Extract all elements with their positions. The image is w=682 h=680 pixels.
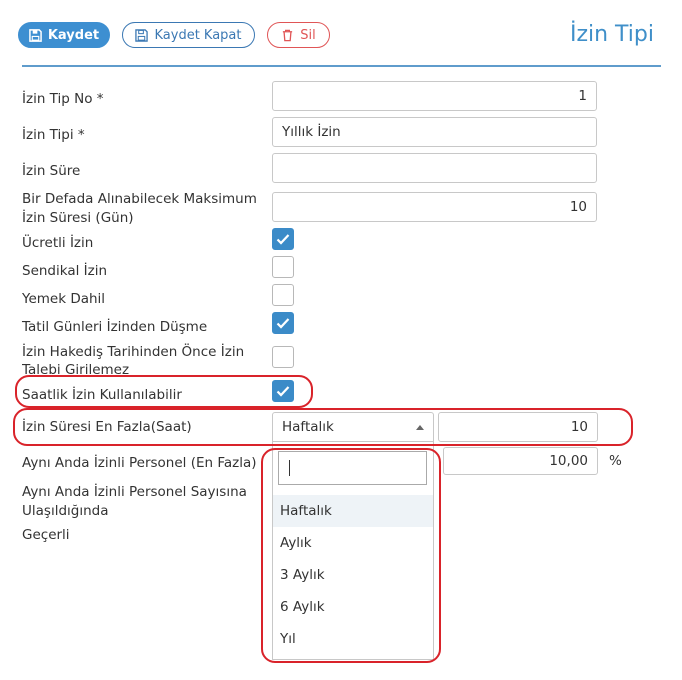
izin-sure-input[interactable] bbox=[272, 153, 597, 183]
checkmark-icon bbox=[276, 318, 290, 329]
gecerli-label: Geçerli bbox=[22, 527, 70, 543]
hakedis-label-line2: Talebi Girilemez bbox=[22, 362, 130, 374]
page-title: İzin Tipi bbox=[569, 22, 654, 47]
save-button[interactable]: Kaydet bbox=[18, 22, 110, 48]
ucretli-label: Ücretli İzin bbox=[22, 235, 94, 251]
floppy-disk-icon bbox=[29, 28, 42, 42]
save-close-button-label: Kaydet Kapat bbox=[154, 27, 242, 43]
title-divider bbox=[22, 65, 661, 67]
sendikal-checkbox[interactable] bbox=[272, 256, 294, 278]
sayisina-label-line2: Ulaşıldığında bbox=[22, 503, 109, 519]
izin-tipi-label: İzin Tipi * bbox=[22, 127, 85, 143]
izin-sure-label: İzin Süre bbox=[22, 163, 81, 179]
hakedis-checkbox[interactable] bbox=[272, 346, 294, 368]
maksimum-label-line2: İzin Süresi (Gün) bbox=[22, 210, 134, 226]
tatil-label: Tatil Günleri İzinden Düşme bbox=[22, 319, 208, 335]
ayni-anda-label: Aynı Anda İzinli Personel (En Fazla) bbox=[22, 455, 257, 471]
highlight-saatlik-annotation bbox=[15, 375, 313, 408]
izin-tip-no-label: İzin Tip No * bbox=[22, 91, 104, 107]
izin-tipi-input[interactable]: Yıllık İzin bbox=[272, 117, 597, 147]
hakedis-label-line1: İzin Hakediş Tarihinden Önce İzin bbox=[22, 344, 245, 360]
floppy-disk-icon bbox=[135, 28, 149, 42]
delete-button[interactable]: Sil bbox=[267, 22, 330, 48]
ucretli-checkbox[interactable] bbox=[272, 228, 294, 250]
delete-button-label: Sil bbox=[300, 27, 316, 43]
checkmark-icon bbox=[276, 234, 290, 245]
maksimum-input[interactable]: 10 bbox=[272, 192, 597, 222]
maksimum-label-line1: Bir Defada Alınabilecek Maksimum bbox=[22, 191, 257, 207]
yemek-label: Yemek Dahil bbox=[22, 291, 106, 307]
ayni-anda-input[interactable]: 10,00 bbox=[443, 447, 598, 475]
sayisina-label-line1: Aynı Anda İzinli Personel Sayısına bbox=[22, 484, 247, 500]
sendikal-label: Sendikal İzin bbox=[22, 263, 108, 279]
izin-tip-no-input[interactable]: 1 bbox=[272, 81, 597, 111]
tatil-checkbox[interactable] bbox=[272, 312, 294, 334]
save-button-label: Kaydet bbox=[47, 27, 100, 43]
highlight-en-fazla-annotation bbox=[13, 408, 633, 446]
yemek-checkbox[interactable] bbox=[272, 284, 294, 306]
percent-unit: % bbox=[609, 453, 622, 469]
save-close-button[interactable]: Kaydet Kapat bbox=[122, 22, 255, 48]
trash-icon bbox=[283, 29, 293, 41]
highlight-dropdown-annotation bbox=[261, 448, 441, 663]
